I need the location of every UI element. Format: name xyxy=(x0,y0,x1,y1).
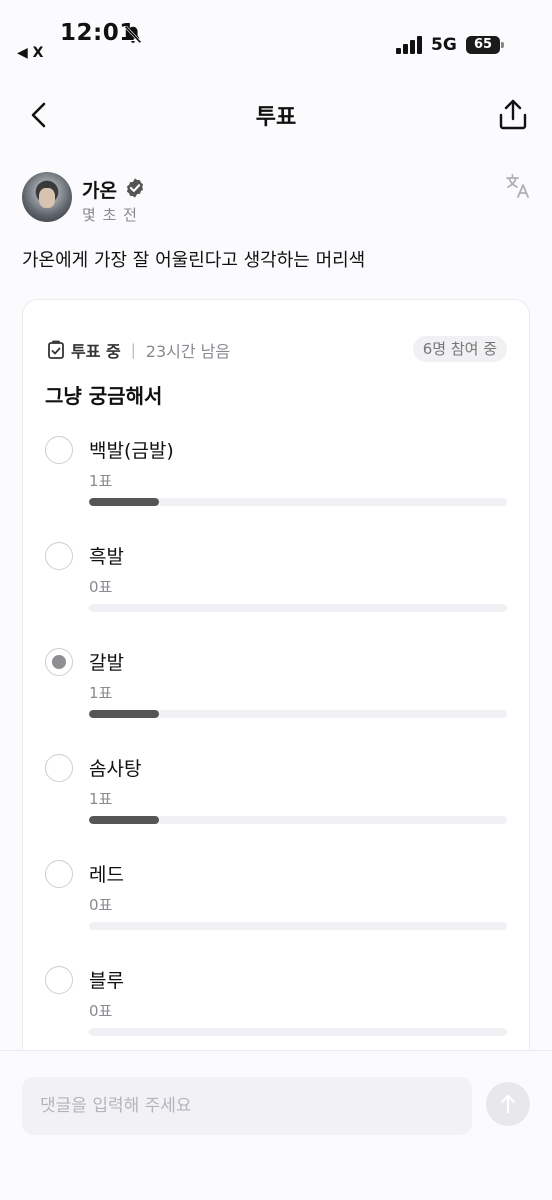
option-label: 백발(금발) xyxy=(89,440,174,462)
vote-bar-track xyxy=(89,1028,507,1036)
poll-option[interactable]: 레드 0표 xyxy=(45,860,507,950)
poll-option[interactable]: 갈발 1표 xyxy=(45,648,507,738)
status-bar: 12:01 ◀ X 5G 65 xyxy=(0,0,552,70)
translate-icon[interactable] xyxy=(504,172,532,200)
top-nav: 투표 xyxy=(0,84,552,146)
option-label: 솜사탕 xyxy=(89,758,142,780)
vote-bar-track xyxy=(89,816,507,824)
signal-icon xyxy=(396,36,422,54)
post-author: 가온 몇 초 전 xyxy=(22,172,532,226)
comment-input[interactable] xyxy=(22,1077,472,1135)
poll-option[interactable]: 블루 0표 xyxy=(45,966,507,1056)
divider: | xyxy=(130,341,136,359)
vote-bar-fill xyxy=(89,816,159,824)
option-votes: 0표 xyxy=(89,896,113,914)
radio-button[interactable] xyxy=(45,966,73,994)
post-text: 가온에게 가장 잘 어울린다고 생각하는 머리색 xyxy=(22,250,366,271)
participants-badge: 6명 참여 중 xyxy=(412,336,507,362)
post-time: 몇 초 전 xyxy=(82,206,138,224)
option-votes: 1표 xyxy=(89,684,113,702)
poll-status: 투표 중 xyxy=(71,342,121,361)
poll-option[interactable]: 솜사탕 1표 xyxy=(45,754,507,844)
radio-button[interactable] xyxy=(45,542,73,570)
option-label: 흑발 xyxy=(89,546,124,568)
option-label: 블루 xyxy=(89,970,124,992)
option-votes: 1표 xyxy=(89,472,113,490)
vote-bar-track xyxy=(89,604,507,612)
vote-bar-fill xyxy=(89,498,159,506)
send-button[interactable] xyxy=(486,1082,530,1126)
option-votes: 0표 xyxy=(89,1002,113,1020)
radio-button[interactable] xyxy=(45,860,73,888)
radio-button[interactable] xyxy=(45,436,73,464)
battery-level: 65 xyxy=(466,36,500,54)
vote-bar-fill xyxy=(89,710,159,718)
vote-bar-track xyxy=(89,710,507,718)
avatar[interactable] xyxy=(22,172,72,222)
poll-card: 투표 중 | 23시간 남음 6명 참여 중 그냥 궁금해서 백발(금발) 1표 흑… xyxy=(22,299,530,1079)
verified-badge-icon xyxy=(126,178,144,198)
comment-bar xyxy=(0,1050,552,1200)
arrow-up-icon xyxy=(500,1094,516,1114)
poll-header: 투표 중 | 23시간 남음 xyxy=(47,338,230,362)
battery-tip xyxy=(501,42,504,48)
vote-bar-track xyxy=(89,498,507,506)
bell-muted-icon xyxy=(124,25,142,44)
radio-button[interactable] xyxy=(45,754,73,782)
vote-bar-track xyxy=(89,922,507,930)
option-votes: 0표 xyxy=(89,578,113,596)
network-type: 5G xyxy=(431,35,457,55)
share-icon[interactable] xyxy=(496,98,530,132)
poll-remaining-time: 23시간 남음 xyxy=(145,342,231,361)
page-title: 투표 xyxy=(255,105,297,130)
poll-option[interactable]: 흑발 0표 xyxy=(45,542,507,632)
option-label: 레드 xyxy=(89,864,124,886)
back-to-app-link[interactable]: ◀ X xyxy=(17,45,43,61)
radio-button[interactable] xyxy=(45,648,73,676)
option-label: 갈발 xyxy=(89,652,124,674)
author-name[interactable]: 가온 xyxy=(82,176,117,203)
poll-option[interactable]: 백발(금발) 1표 xyxy=(45,436,507,526)
ballot-box-icon xyxy=(48,340,64,359)
option-votes: 1표 xyxy=(89,790,113,808)
battery-icon: 65 xyxy=(466,36,504,54)
poll-title: 그냥 궁금해서 xyxy=(45,384,163,408)
